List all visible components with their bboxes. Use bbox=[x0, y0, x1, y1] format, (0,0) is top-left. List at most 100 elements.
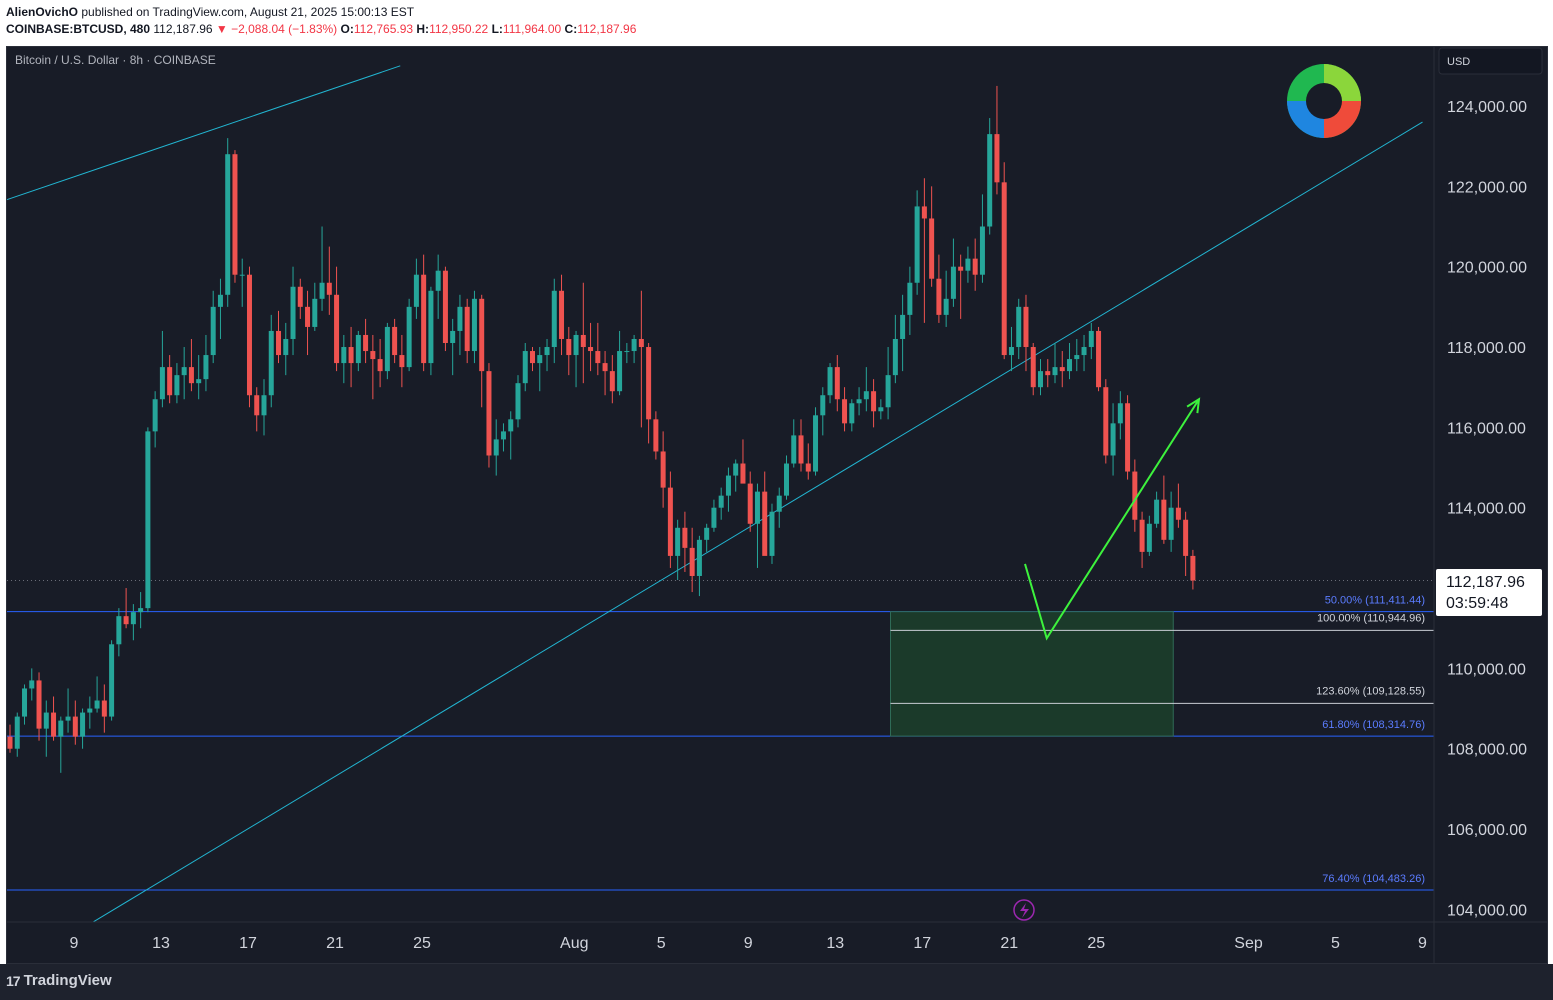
candle bbox=[682, 511, 688, 572]
candle-body bbox=[1081, 347, 1087, 356]
candle bbox=[109, 640, 115, 721]
candle-body bbox=[348, 347, 354, 364]
y-tick-label: 116,000.00 bbox=[1447, 420, 1526, 437]
price-tag-value: 112,187.96 bbox=[1446, 574, 1525, 591]
candle bbox=[493, 419, 499, 476]
candle bbox=[232, 150, 238, 283]
candle-body bbox=[733, 463, 739, 476]
candle-body bbox=[246, 274, 252, 396]
currency-button[interactable]: USD bbox=[1438, 47, 1543, 75]
candle-body bbox=[1074, 355, 1080, 360]
candle-body bbox=[609, 371, 615, 392]
candle bbox=[522, 343, 528, 392]
x-tick-label: 17 bbox=[239, 935, 257, 952]
candle-body bbox=[1154, 499, 1160, 524]
candle bbox=[116, 608, 122, 657]
candle-body bbox=[239, 274, 245, 276]
candle-body bbox=[377, 359, 383, 372]
candle bbox=[428, 286, 434, 376]
candle bbox=[1037, 359, 1043, 396]
candle bbox=[421, 254, 427, 372]
candle bbox=[94, 676, 100, 713]
candle bbox=[929, 186, 935, 287]
candle-body bbox=[392, 326, 398, 356]
candle-body bbox=[341, 347, 347, 364]
candle-body bbox=[842, 399, 848, 424]
brand-logo-icon bbox=[1287, 64, 1361, 138]
candle bbox=[290, 266, 296, 356]
target-zone-layer bbox=[890, 611, 1434, 737]
candle-body bbox=[1023, 306, 1029, 348]
candle bbox=[827, 363, 833, 404]
candle bbox=[646, 343, 652, 444]
candle-body bbox=[254, 395, 260, 416]
candle bbox=[1045, 359, 1051, 388]
candle-body bbox=[907, 282, 913, 315]
candle-body bbox=[660, 451, 666, 488]
tradingview-logo[interactable]: 17 TradingView bbox=[6, 972, 112, 989]
candlestick-chart[interactable]: 50.00% (111,411.44) 61.80% (108,314.76) 76… bbox=[0, 0, 1553, 964]
fib-level-label: 76.40% (104,483.26) bbox=[1322, 873, 1425, 885]
candle-body bbox=[798, 435, 804, 464]
candle bbox=[856, 387, 862, 416]
candle-body bbox=[551, 290, 557, 348]
candle-body bbox=[682, 527, 688, 548]
candle bbox=[573, 330, 579, 388]
candle-body bbox=[145, 431, 151, 609]
y-tick-label: 104,000.00 bbox=[1447, 902, 1527, 919]
candle-body bbox=[820, 395, 826, 416]
candle bbox=[14, 712, 20, 757]
candle-body bbox=[1183, 519, 1189, 556]
candle-body bbox=[530, 351, 536, 364]
candle-body bbox=[740, 463, 746, 484]
candle bbox=[58, 716, 64, 773]
candle bbox=[725, 467, 731, 512]
y-tick-label: 114,000.00 bbox=[1447, 501, 1526, 518]
candle bbox=[791, 419, 797, 468]
candle-body bbox=[312, 298, 318, 327]
candle-body bbox=[58, 720, 64, 737]
candle-body bbox=[1175, 507, 1181, 520]
candle-body bbox=[435, 270, 441, 291]
candle bbox=[1125, 395, 1131, 480]
candle-body bbox=[355, 334, 361, 364]
candle bbox=[399, 334, 405, 388]
candle bbox=[863, 367, 869, 412]
candle-body bbox=[297, 286, 303, 307]
candle-body bbox=[406, 306, 412, 368]
candle bbox=[580, 282, 586, 384]
candle bbox=[138, 592, 144, 629]
candle-body bbox=[210, 306, 216, 356]
candle-body bbox=[109, 644, 115, 717]
candle-body bbox=[994, 134, 1000, 183]
candle-body bbox=[384, 326, 390, 372]
candle bbox=[769, 503, 775, 564]
lightning-icon[interactable] bbox=[1013, 899, 1035, 921]
candle bbox=[783, 455, 789, 500]
candle-body bbox=[950, 266, 956, 299]
candle bbox=[268, 314, 274, 408]
candle-body bbox=[566, 338, 572, 356]
candle bbox=[348, 326, 354, 388]
x-tick-label: 25 bbox=[1087, 935, 1105, 952]
candle-body bbox=[290, 286, 296, 339]
candle bbox=[384, 322, 390, 380]
candle-body bbox=[580, 334, 586, 348]
candle-body bbox=[921, 206, 927, 219]
candle bbox=[1117, 391, 1123, 440]
candle-body bbox=[65, 716, 71, 721]
candle-body bbox=[508, 419, 514, 432]
candle-body bbox=[203, 355, 209, 380]
y-tick-label: 108,000.00 bbox=[1447, 742, 1527, 759]
candle bbox=[1139, 511, 1145, 568]
candle-body bbox=[689, 547, 695, 576]
candle bbox=[261, 379, 267, 436]
candle-body bbox=[14, 716, 20, 749]
candle bbox=[174, 363, 180, 404]
candle-body bbox=[544, 347, 550, 356]
candle-body bbox=[500, 431, 506, 440]
candle bbox=[653, 411, 659, 460]
candle-body bbox=[965, 258, 971, 271]
candle bbox=[450, 318, 456, 376]
candle-body bbox=[138, 608, 144, 613]
